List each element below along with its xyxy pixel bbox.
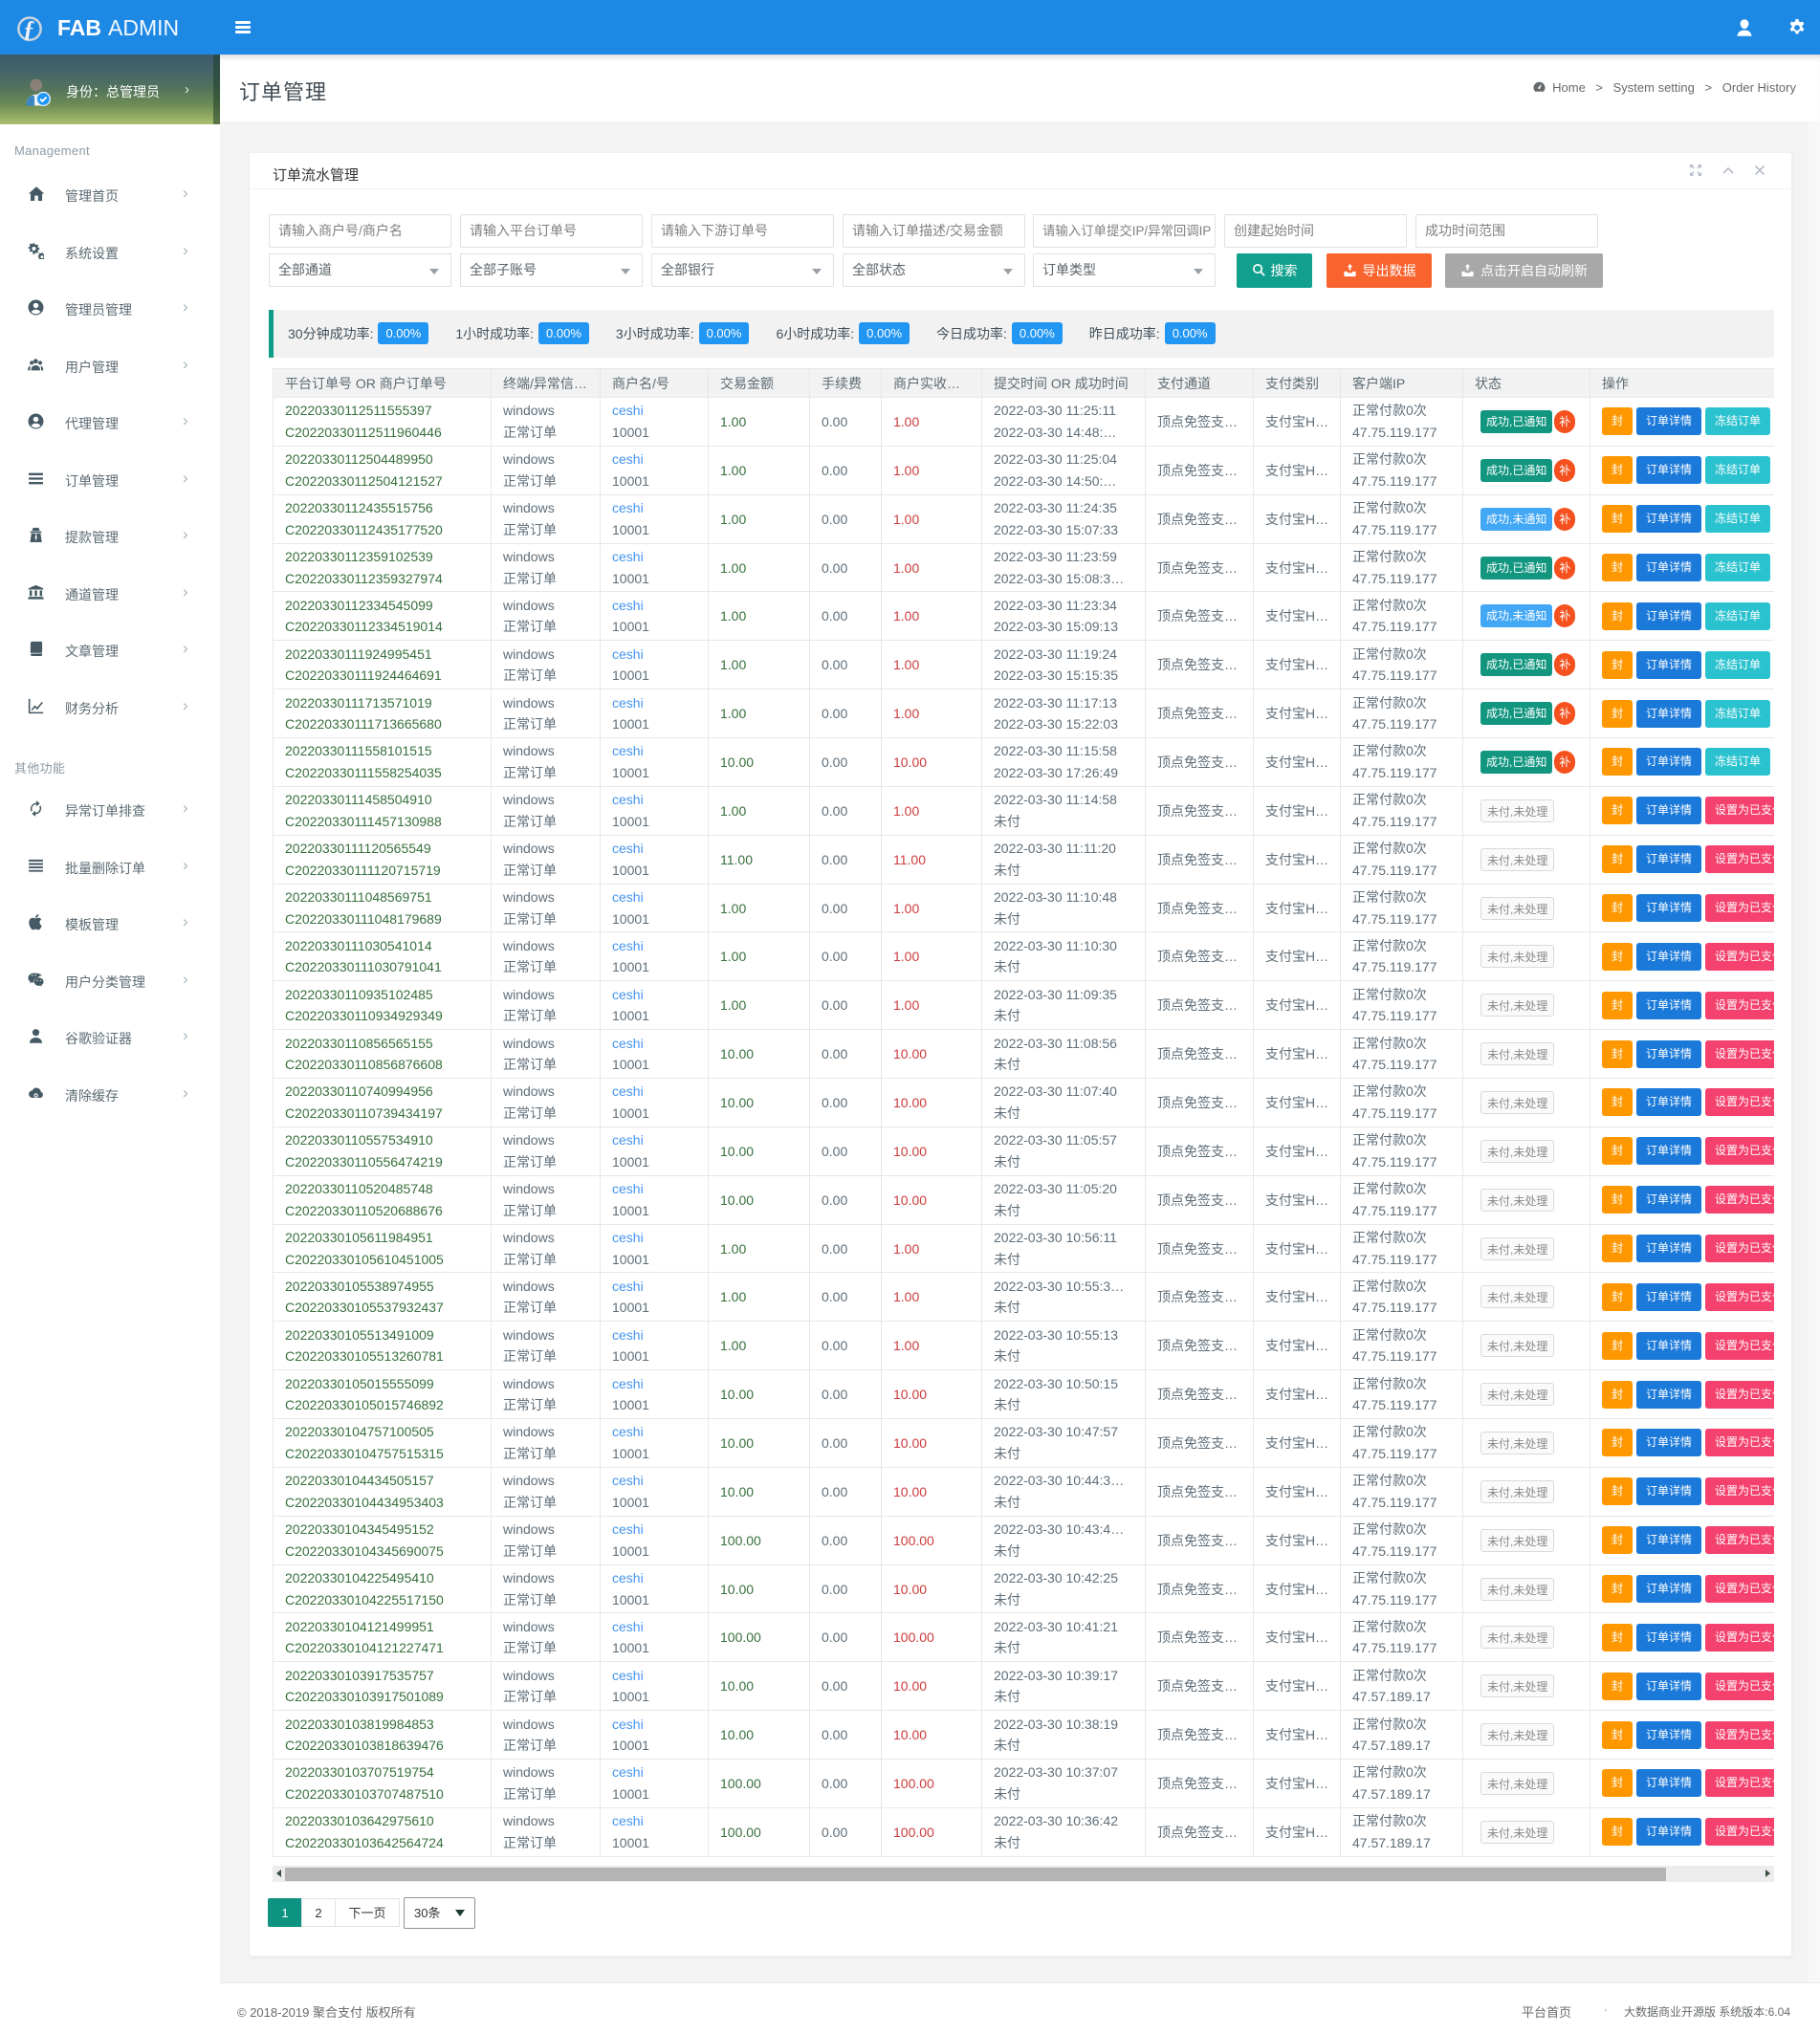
svg-text:ƒ: ƒ: [23, 17, 35, 43]
